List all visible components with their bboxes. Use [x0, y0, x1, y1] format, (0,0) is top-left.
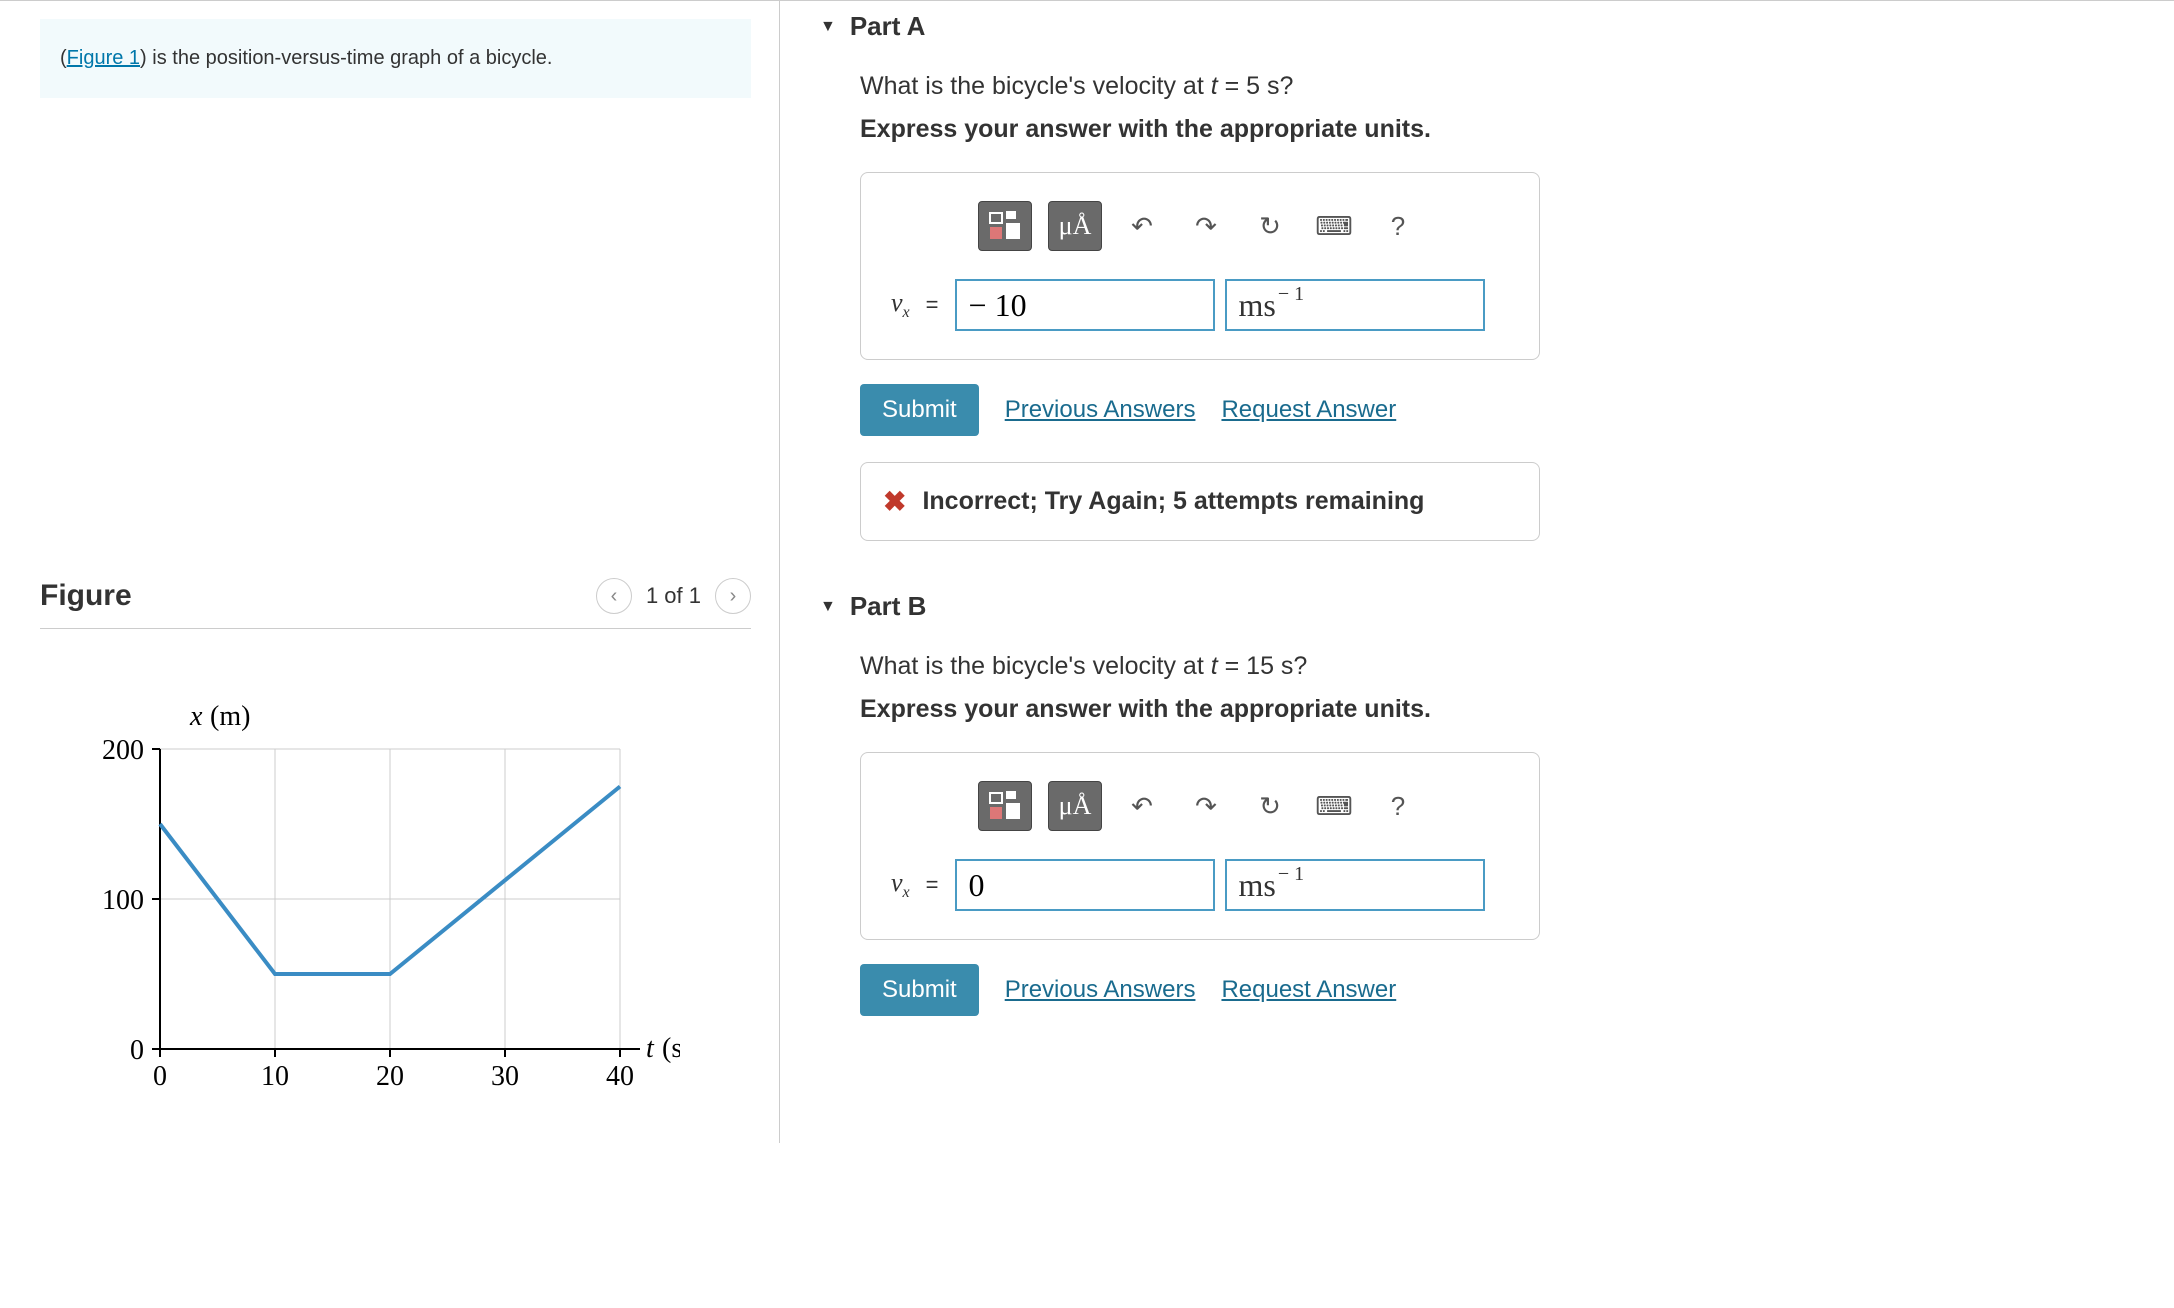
undo-icon[interactable]: ↶ [1118, 202, 1166, 250]
part-b-instruction: Express your answer with the appropriate… [860, 695, 2134, 724]
part-a-body: What is the bicycle's velocity at t = 5 … [820, 72, 2134, 541]
part-a-title: Part A [850, 11, 926, 42]
incorrect-icon: ✖ [883, 485, 906, 518]
previous-answers-link[interactable]: Previous Answers [1005, 976, 1196, 1004]
figure-pager: ‹ 1 of 1 › [596, 578, 751, 614]
submit-button[interactable]: Submit [860, 384, 979, 436]
answer-value-input[interactable] [955, 279, 1215, 331]
svg-text:20: 20 [376, 1061, 404, 1092]
part-b-question: What is the bicycle's velocity at t = 15… [860, 652, 2134, 681]
undo-icon[interactable]: ↶ [1118, 782, 1166, 830]
svg-text:0: 0 [153, 1061, 167, 1092]
figure-chart: 0 10 20 30 40 0 100 200 x (m) t (s) [40, 689, 751, 1115]
request-answer-link[interactable]: Request Answer [1221, 396, 1396, 424]
part-a-feedback: ✖ Incorrect; Try Again; 5 attempts remai… [860, 462, 1540, 541]
svg-text:(m): (m) [210, 701, 250, 732]
unit-text: ms [1239, 867, 1276, 904]
collapse-caret-icon[interactable]: ▼ [820, 18, 836, 36]
help-icon[interactable]: ? [1374, 202, 1422, 250]
svg-text:40: 40 [606, 1061, 634, 1092]
answer-toolbar: μÅ ↶ ↷ ↻ ⌨ ? [881, 781, 1519, 831]
var-label: vx [891, 288, 910, 322]
unit-exponent: − 1 [1278, 283, 1304, 306]
units-symbols-button[interactable]: μÅ [1048, 201, 1102, 251]
answer-toolbar: μÅ ↶ ↷ ↻ ⌨ ? [881, 201, 1519, 251]
part-b-header: ▼ Part B [820, 591, 2134, 622]
keyboard-icon[interactable]: ⌨ [1310, 782, 1358, 830]
answer-unit-input[interactable]: ms − 1 [1225, 279, 1485, 331]
help-icon[interactable]: ? [1374, 782, 1422, 830]
templates-button[interactable] [978, 781, 1032, 831]
answer-unit-input[interactable]: ms − 1 [1225, 859, 1485, 911]
feedback-text: Incorrect; Try Again; 5 attempts remaini… [922, 487, 1424, 516]
redo-icon[interactable]: ↷ [1182, 782, 1230, 830]
svg-text:t: t [646, 1033, 655, 1064]
svg-text:10: 10 [261, 1061, 289, 1092]
part-a-instruction: Express your answer with the appropriate… [860, 115, 2134, 144]
unit-text: ms [1239, 287, 1276, 324]
collapse-caret-icon[interactable]: ▼ [820, 598, 836, 616]
keyboard-icon[interactable]: ⌨ [1310, 202, 1358, 250]
figure-link[interactable]: Figure 1 [67, 47, 140, 69]
svg-text:30: 30 [491, 1061, 519, 1092]
part-a-header: ▼ Part A [820, 11, 2134, 42]
var-label: vx [891, 868, 910, 902]
part-b-title: Part B [850, 591, 927, 622]
intro-text: ) is the position-versus-time graph of a… [140, 47, 552, 69]
submit-button[interactable]: Submit [860, 964, 979, 1016]
reset-icon[interactable]: ↻ [1246, 202, 1294, 250]
previous-answers-link[interactable]: Previous Answers [1005, 396, 1196, 424]
figure-title: Figure [40, 579, 132, 613]
part-b-body: What is the bicycle's velocity at t = 15… [820, 652, 2134, 1016]
equals-sign: = [926, 292, 939, 318]
part-a-answer-card: μÅ ↶ ↷ ↻ ⌨ ? vx = ms − 1 [860, 172, 1540, 360]
problem-intro: (Figure 1) is the position-versus-time g… [40, 19, 751, 98]
figure-prev-button[interactable]: ‹ [596, 578, 632, 614]
unit-exponent: − 1 [1278, 863, 1304, 886]
request-answer-link[interactable]: Request Answer [1221, 976, 1396, 1004]
part-a-question: What is the bicycle's velocity at t = 5 … [860, 72, 2134, 101]
figure-next-button[interactable]: › [715, 578, 751, 614]
svg-text:200: 200 [102, 735, 144, 766]
svg-text:(s): (s) [662, 1033, 680, 1064]
templates-button[interactable] [978, 201, 1032, 251]
svg-text:0: 0 [130, 1035, 144, 1066]
svg-text:x: x [189, 701, 203, 732]
units-symbols-button[interactable]: μÅ [1048, 781, 1102, 831]
figure-counter: 1 of 1 [646, 583, 701, 609]
answer-value-input[interactable] [955, 859, 1215, 911]
reset-icon[interactable]: ↻ [1246, 782, 1294, 830]
redo-icon[interactable]: ↷ [1182, 202, 1230, 250]
part-b-answer-card: μÅ ↶ ↷ ↻ ⌨ ? vx = ms − 1 [860, 752, 1540, 940]
svg-text:100: 100 [102, 885, 144, 916]
figure-header: Figure ‹ 1 of 1 › [40, 578, 751, 629]
equals-sign: = [926, 872, 939, 898]
